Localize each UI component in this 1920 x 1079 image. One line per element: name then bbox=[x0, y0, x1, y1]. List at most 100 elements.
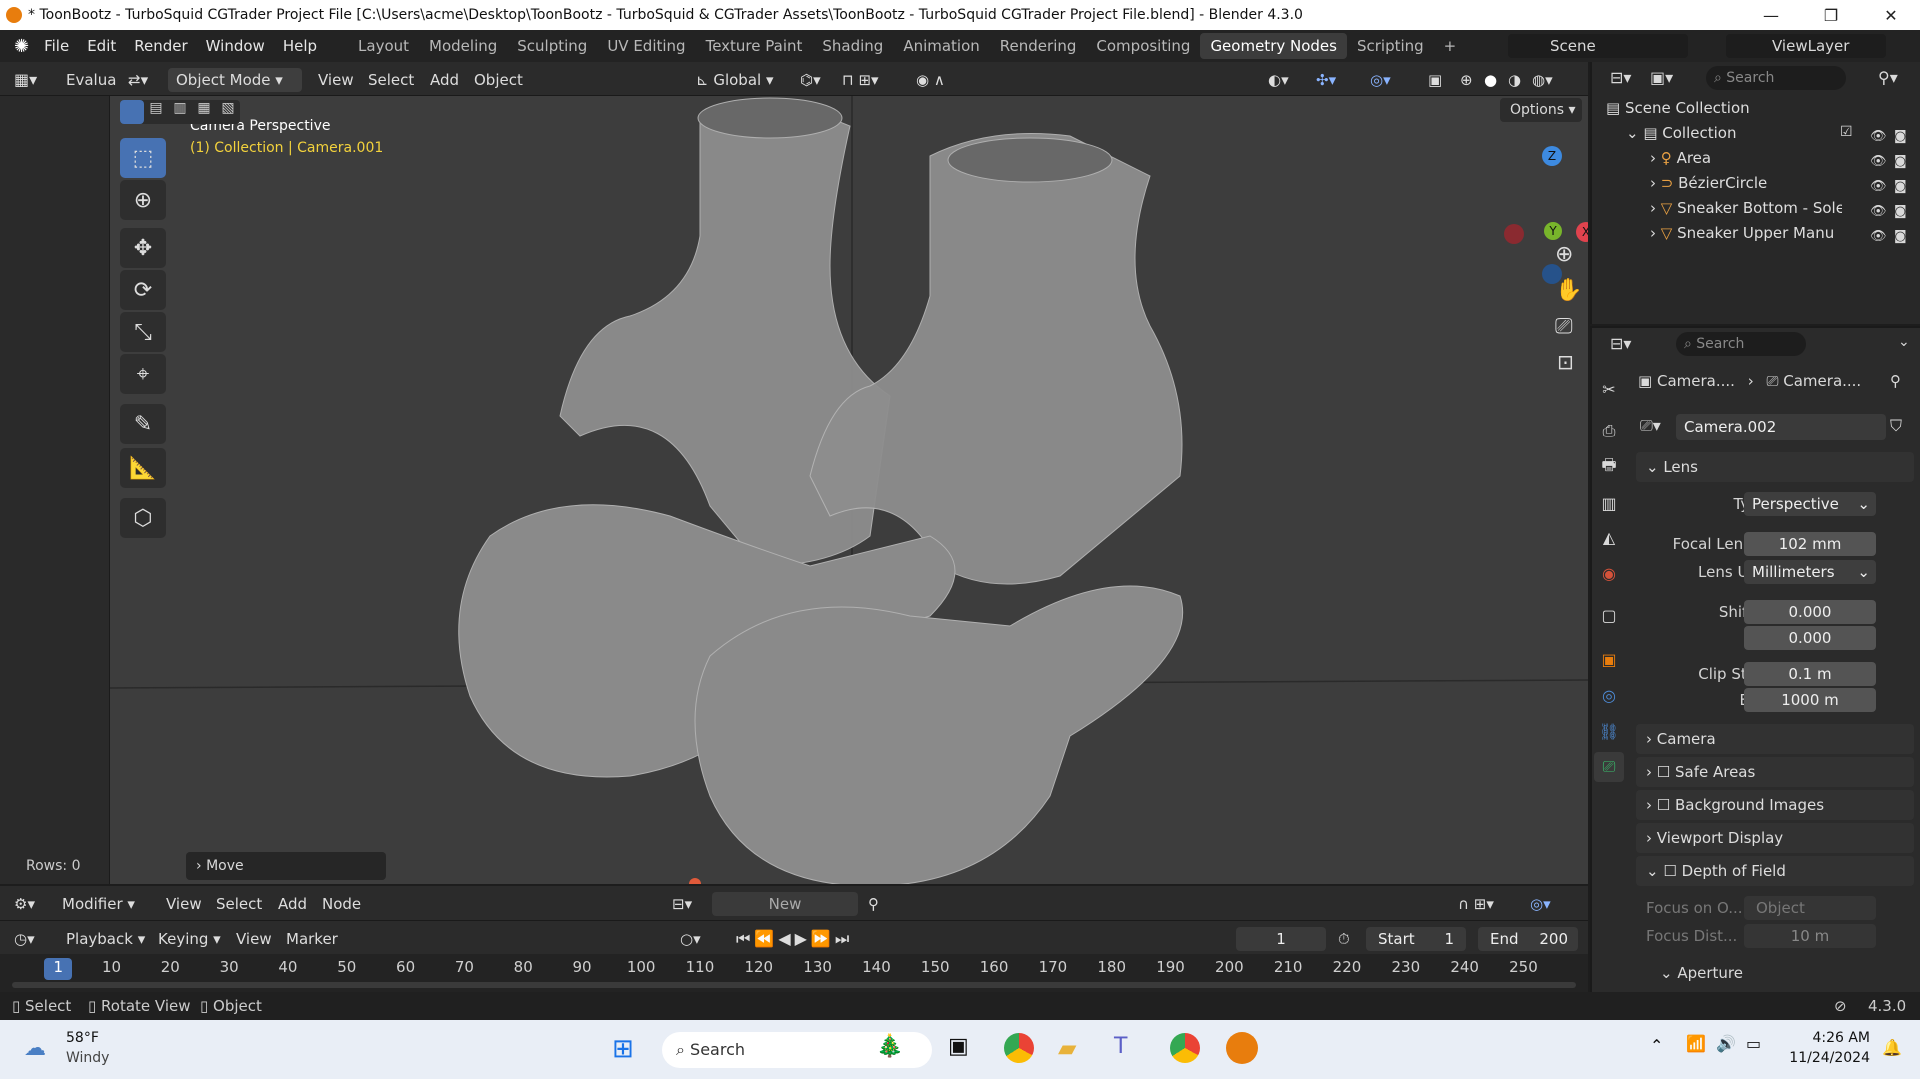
windows-start-icon[interactable]: ⊞ bbox=[612, 1034, 634, 1064]
menu-select[interactable]: Select bbox=[368, 68, 414, 92]
outliner-search-input[interactable]: ⌕ Search bbox=[1706, 66, 1846, 90]
clock-time[interactable]: 4:26 AM bbox=[1790, 1030, 1870, 1046]
playback-menu[interactable]: Playback ▾ bbox=[66, 927, 145, 951]
autokey-icon[interactable]: ○▾ bbox=[680, 927, 701, 951]
maximize-button[interactable]: ❐ bbox=[1808, 0, 1854, 30]
tab-scripting[interactable]: Scripting bbox=[1347, 33, 1434, 59]
outliner-item-sneaker-bottom[interactable]: › ▽ Sneaker Bottom - Sole bbox=[1592, 196, 1842, 221]
aperture-subpanel-header[interactable]: ⌄ Aperture bbox=[1660, 964, 1743, 982]
node-menu-select[interactable]: Select bbox=[216, 892, 262, 916]
gizmo-toggle-icon[interactable]: ✣▾ bbox=[1316, 68, 1336, 92]
shading-material-icon[interactable]: ◑ bbox=[1508, 68, 1521, 92]
shading-rendered-icon[interactable]: ◍▾ bbox=[1532, 68, 1553, 92]
breadcrumb-object[interactable]: Camera.... bbox=[1657, 372, 1735, 390]
datablock-name-field[interactable]: Camera.002 bbox=[1676, 414, 1886, 440]
annotate-tool[interactable]: ✎ bbox=[120, 404, 166, 444]
node-menu-add[interactable]: Add bbox=[278, 892, 307, 916]
menu-object[interactable]: Object bbox=[474, 68, 523, 92]
proportional-edit-icon[interactable]: ◉ ∧ bbox=[916, 68, 945, 92]
focus-object-field[interactable]: Object bbox=[1744, 896, 1876, 920]
battery-icon[interactable]: ▭ bbox=[1746, 1034, 1761, 1053]
node-pin-icon[interactable]: ⚲ bbox=[868, 892, 879, 916]
camera-restrict-icon[interactable]: ◙ ◙ ◙ ◙ ◙ bbox=[1894, 124, 1907, 249]
minimize-button[interactable]: — bbox=[1748, 0, 1794, 30]
rotate-tool[interactable]: ⟳ bbox=[120, 270, 166, 310]
object-tab-icon[interactable]: ▣ bbox=[1594, 644, 1624, 674]
viewport-canvas[interactable] bbox=[110, 96, 1588, 884]
gizmo-y-axis[interactable]: Y bbox=[1544, 222, 1562, 240]
move-tool[interactable]: ✥ bbox=[120, 228, 166, 268]
node-editor-type-icon[interactable]: ⚙▾ bbox=[14, 892, 35, 916]
blender-menu-icon[interactable]: ✺ bbox=[14, 36, 29, 57]
pivot-icon[interactable]: ⌬▾ bbox=[800, 68, 821, 92]
display-mode-icon[interactable]: ▣▾ bbox=[1650, 68, 1673, 87]
camera-view-icon[interactable]: ⎚ bbox=[1555, 314, 1573, 339]
timeline-scrollbar[interactable] bbox=[12, 982, 1576, 988]
chrome-icon[interactable] bbox=[1004, 1033, 1034, 1063]
camera-datablock-icon[interactable]: ⎚▾ bbox=[1640, 416, 1661, 436]
select-subtract-icon[interactable]: ▥ bbox=[168, 100, 192, 124]
constraints-tab-icon[interactable]: ⛓ bbox=[1594, 716, 1624, 746]
node-menu-view[interactable]: View bbox=[166, 892, 202, 916]
scene-tab-icon[interactable]: ◭ bbox=[1594, 522, 1624, 552]
shift-y-field[interactable]: 0.000 bbox=[1744, 626, 1876, 650]
pan-hand-icon[interactable]: ✋ bbox=[1555, 278, 1582, 303]
orientation-dropdown[interactable]: ⊾ Global ▾ bbox=[696, 68, 774, 92]
properties-search-input[interactable]: ⌕ Search bbox=[1676, 332, 1806, 356]
scene-collection-row[interactable]: ▤ Scene Collection bbox=[1592, 96, 1920, 121]
outliner-editor-icon[interactable]: ⊟▾ bbox=[1610, 68, 1631, 87]
tab-animation[interactable]: Animation bbox=[893, 33, 989, 59]
camera-data-tab-icon[interactable]: ⎚ bbox=[1594, 752, 1624, 782]
world-tab-icon[interactable]: ◉ bbox=[1594, 558, 1624, 588]
fake-user-shield-icon[interactable]: ⛉ bbox=[1890, 416, 1902, 436]
lens-unit-dropdown[interactable]: Millimeters ⌄ bbox=[1744, 560, 1876, 584]
mode-dropdown[interactable]: Object Mode ▾ bbox=[168, 68, 302, 92]
timeline-editor-icon[interactable]: ◷▾ bbox=[14, 927, 35, 951]
new-node-tree-button[interactable]: New bbox=[712, 892, 858, 916]
last-operator-panel[interactable]: › Move bbox=[186, 852, 386, 880]
timeline-menu-view[interactable]: View bbox=[236, 927, 272, 951]
menu-edit[interactable]: Edit bbox=[78, 30, 125, 62]
clip-start-field[interactable]: 0.1 m bbox=[1744, 662, 1876, 686]
keying-menu[interactable]: Keying ▾ bbox=[158, 927, 221, 951]
tab-geometry-nodes[interactable]: Geometry Nodes bbox=[1200, 33, 1347, 59]
physics-tab-icon[interactable]: ◎ bbox=[1594, 680, 1624, 710]
file-explorer-icon[interactable]: ▰ bbox=[1058, 1034, 1076, 1062]
tab-texture-paint[interactable]: Texture Paint bbox=[696, 33, 813, 59]
volume-icon[interactable]: 🔊 bbox=[1716, 1034, 1736, 1053]
lock-icon[interactable]: ⊡ bbox=[1557, 350, 1574, 374]
options-dropdown[interactable]: Options ▾ bbox=[1500, 98, 1582, 122]
menu-help[interactable]: Help bbox=[274, 30, 326, 62]
weather-icon[interactable]: ☁ bbox=[24, 1036, 46, 1061]
select-invert-icon[interactable]: ▦ bbox=[192, 100, 216, 124]
viewport-display-panel-header[interactable]: › Viewport Display bbox=[1636, 823, 1914, 853]
menu-view[interactable]: View bbox=[318, 68, 354, 92]
tab-layout[interactable]: Layout bbox=[348, 33, 419, 59]
gizmo-z-axis[interactable]: Z bbox=[1542, 146, 1562, 166]
gizmo-neg-x-axis[interactable] bbox=[1504, 224, 1524, 244]
lens-type-dropdown[interactable]: Perspective ⌄ bbox=[1744, 492, 1876, 516]
tab-rendering[interactable]: Rendering bbox=[990, 33, 1087, 59]
task-view-icon[interactable]: ▣ bbox=[948, 1034, 969, 1059]
shift-x-field[interactable]: 0.000 bbox=[1744, 600, 1876, 624]
depth-of-field-panel-header[interactable]: ⌄ ☐ Depth of Field bbox=[1636, 856, 1914, 886]
modifier-dropdown[interactable]: Modifier ▾ bbox=[62, 892, 135, 916]
properties-editor-icon[interactable]: ⊟▾ bbox=[1610, 334, 1631, 353]
teams-icon[interactable]: T bbox=[1114, 1034, 1127, 1059]
view-layer-tab-icon[interactable]: ▥ bbox=[1594, 488, 1624, 518]
tab-modeling[interactable]: Modeling bbox=[419, 33, 507, 59]
timeline-menu-marker[interactable]: Marker bbox=[286, 927, 338, 951]
tab-shading[interactable]: Shading bbox=[812, 33, 893, 59]
menu-file[interactable]: File bbox=[35, 30, 78, 62]
menu-add[interactable]: Add bbox=[430, 68, 459, 92]
focal-length-field[interactable]: 102 mm bbox=[1744, 532, 1876, 556]
scene-selector[interactable]: Scene bbox=[1508, 34, 1688, 58]
tray-expand-icon[interactable]: ⌃ bbox=[1650, 1036, 1663, 1055]
select-extend-icon[interactable]: ▤ bbox=[144, 100, 168, 124]
tool-settings-icon[interactable]: ⇄▾ bbox=[128, 68, 148, 92]
clip-end-field[interactable]: 1000 m bbox=[1744, 688, 1876, 712]
wifi-icon[interactable]: 📶 bbox=[1686, 1034, 1706, 1053]
add-cube-tool[interactable]: ⬡ bbox=[120, 498, 166, 538]
select-intersect-icon[interactable]: ▧ bbox=[216, 100, 240, 124]
end-frame-field[interactable]: End 200 bbox=[1478, 927, 1578, 951]
